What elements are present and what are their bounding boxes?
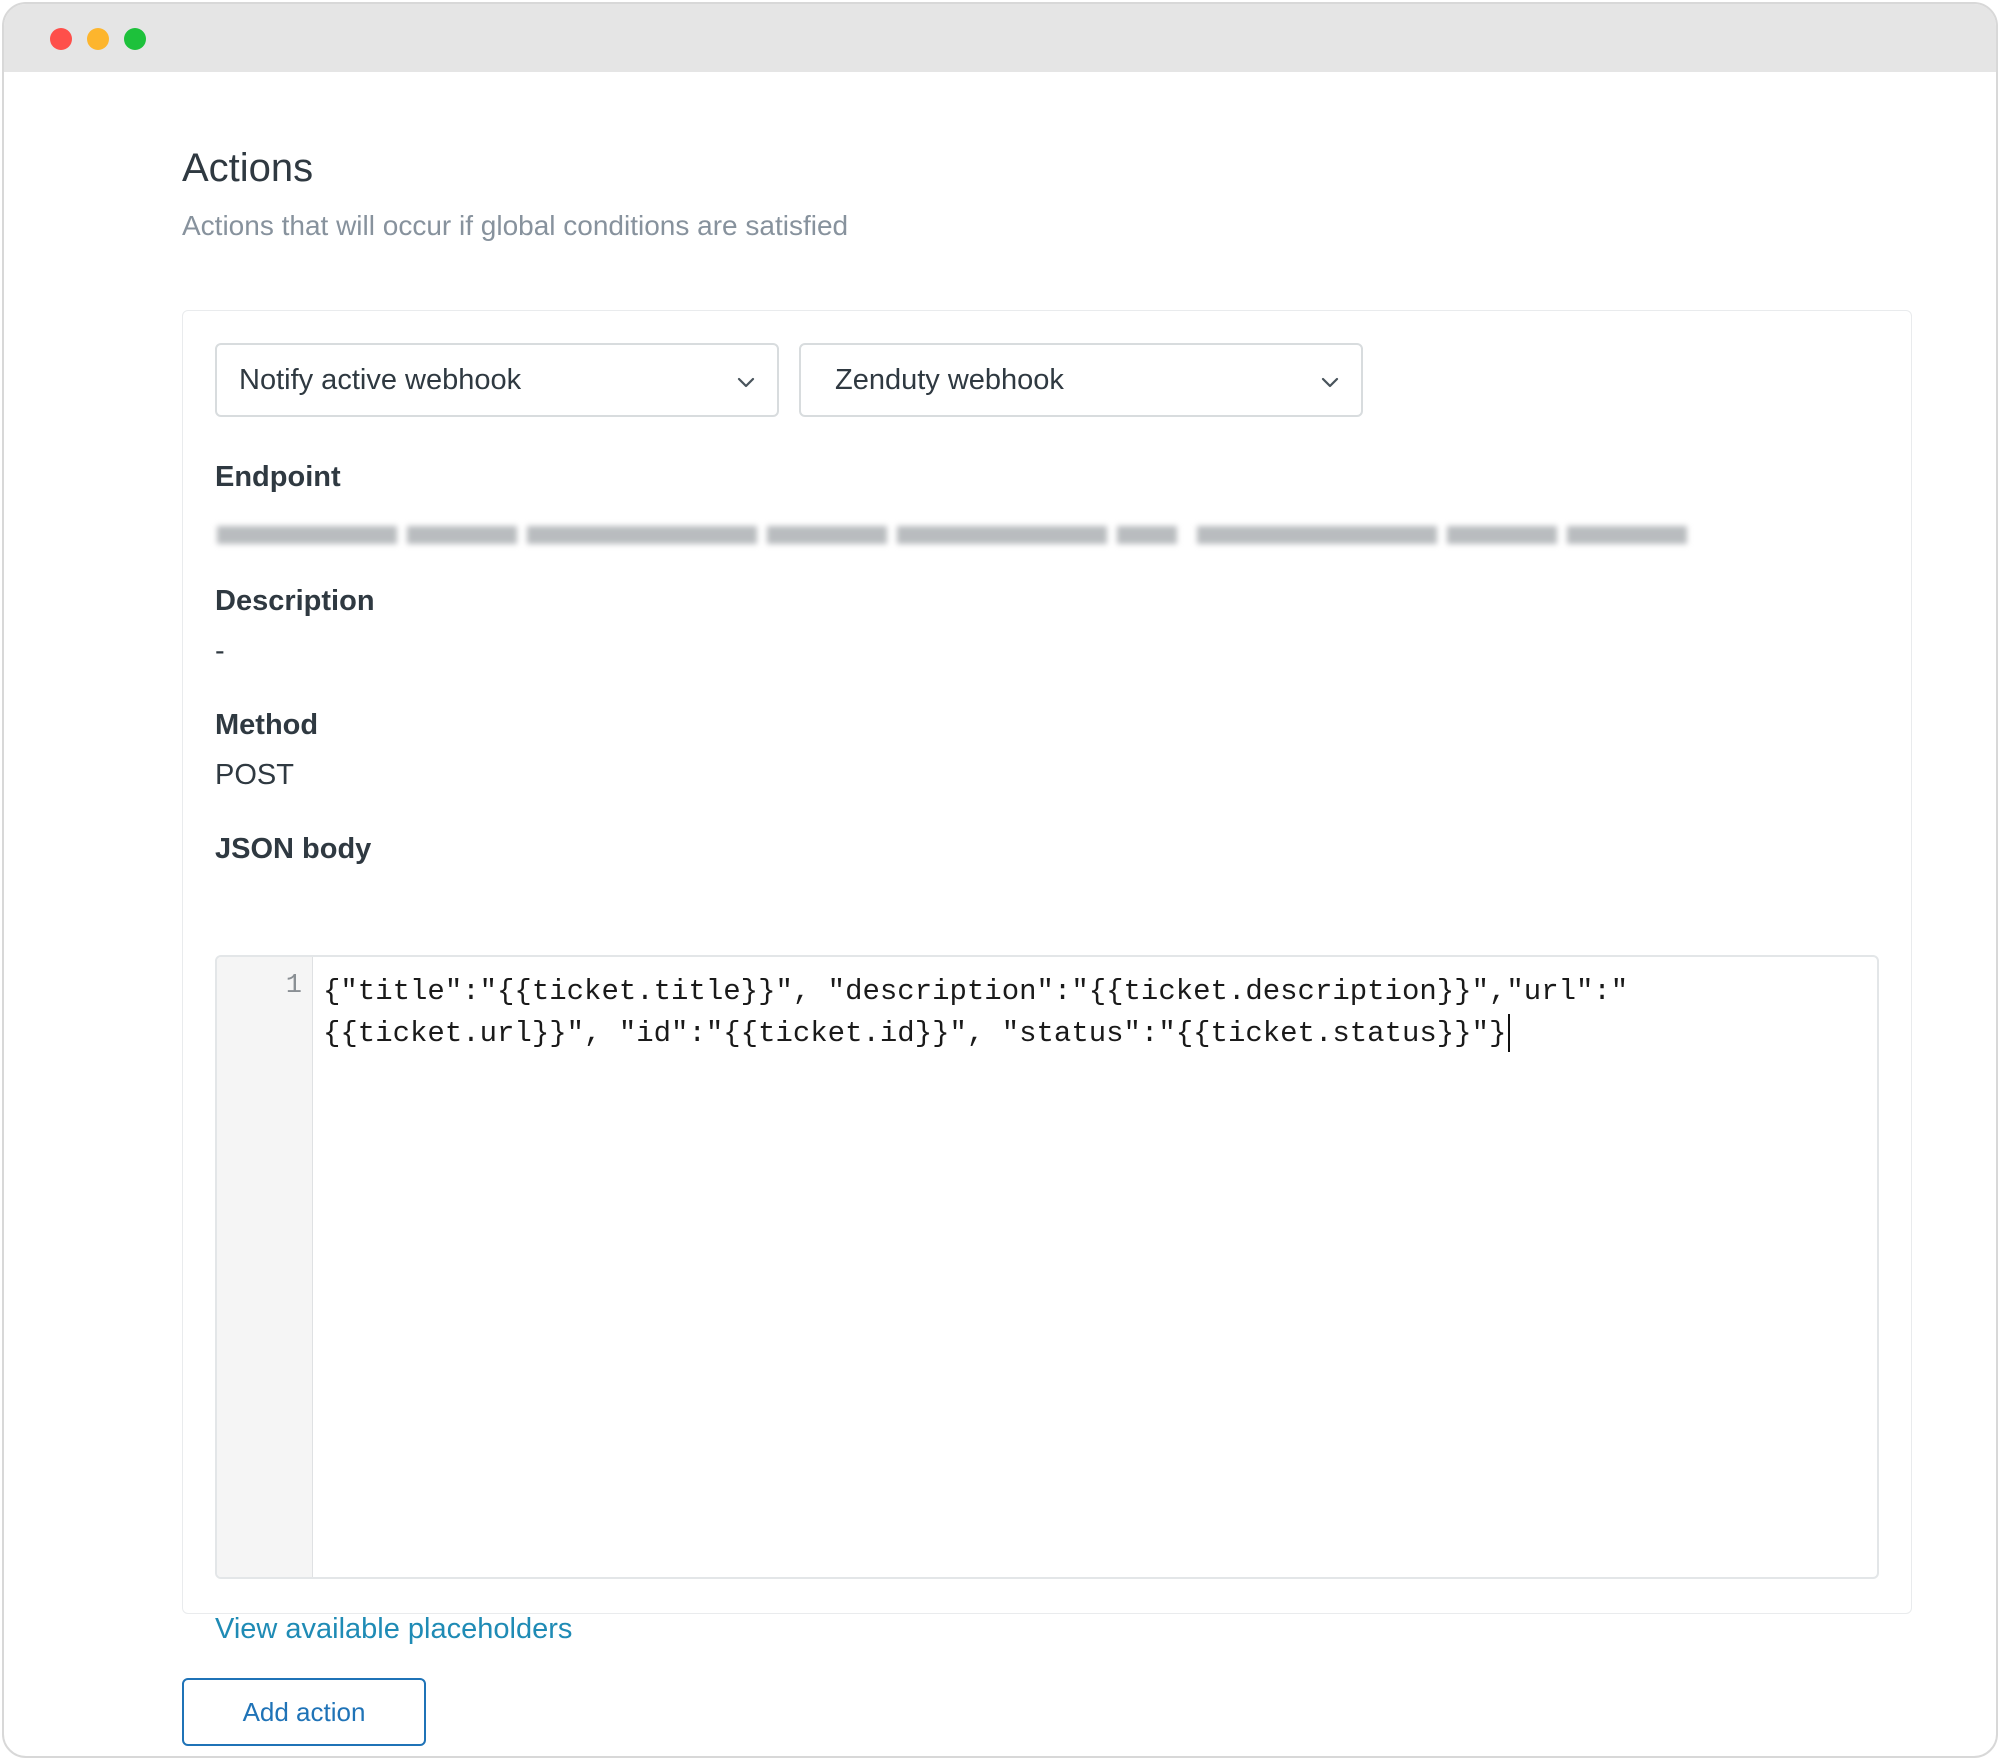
endpoint-label: Endpoint (215, 461, 341, 493)
method-value: POST (215, 759, 294, 791)
code-line: {"title":"{{ticket.title}}", "descriptio… (323, 975, 1629, 1008)
main-content: Actions Actions that will occur if globa… (4, 72, 1996, 1756)
action-type-value: Notify active webhook (239, 363, 522, 396)
code-line-wrap: {{ticket.url}}", "id":"{{ticket.id}}", "… (323, 1013, 1663, 1055)
text-caret (1508, 1014, 1511, 1053)
description-value: - (215, 635, 225, 667)
close-window-button[interactable] (50, 28, 72, 50)
code-content[interactable]: {"title":"{{ticket.title}}", "descriptio… (323, 971, 1663, 1055)
section-subtitle: Actions that will occur if global condit… (182, 210, 849, 241)
webhook-target-value: Zenduty webhook (835, 363, 1064, 396)
chevron-down-icon (1321, 377, 1339, 388)
section-title: Actions (182, 146, 314, 190)
chevron-down-icon (737, 377, 755, 388)
line-number: 1 (285, 971, 302, 1001)
title-bar (4, 4, 1996, 72)
zoom-window-button[interactable] (124, 28, 146, 50)
action-card: Notify active webhook Zenduty webhook En… (182, 310, 1912, 1645)
json-body-label: JSON body (215, 833, 372, 865)
json-body-editor[interactable]: 1 {"title":"{{ticket.title}}", "descript… (215, 955, 1879, 1579)
method-label: Method (215, 709, 319, 741)
line-gutter: 1 (217, 957, 313, 1577)
code-line-text: {{ticket.url}}", "id":"{{ticket.id}}", "… (323, 1017, 1507, 1050)
endpoint-value-redacted (207, 519, 1727, 553)
view-placeholders-link[interactable]: View available placeholders (215, 1613, 572, 1646)
description-label: Description (215, 585, 375, 617)
app-window: Actions Actions that will occur if globa… (2, 2, 1998, 1758)
webhook-target-select[interactable]: Zenduty webhook (799, 343, 1363, 417)
action-type-select[interactable]: Notify active webhook (215, 343, 779, 417)
minimize-window-button[interactable] (87, 28, 109, 50)
add-action-button[interactable]: Add action (182, 1678, 426, 1746)
